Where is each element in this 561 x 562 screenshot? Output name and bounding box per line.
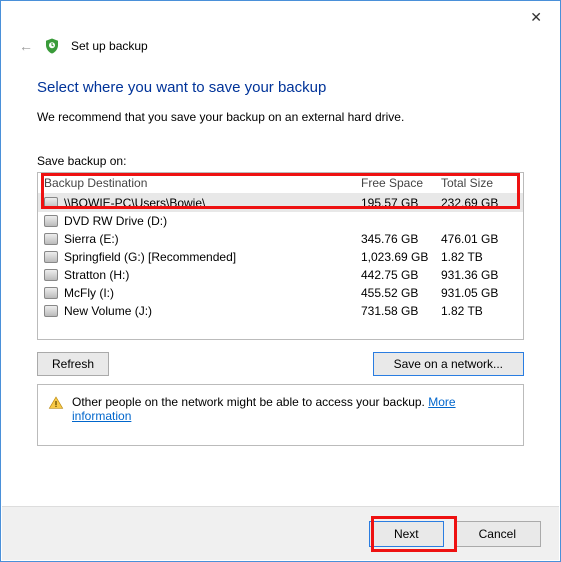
backup-shield-icon bbox=[43, 37, 61, 55]
info-box: Other people on the network might be abl… bbox=[37, 384, 524, 446]
drive-icon bbox=[44, 197, 58, 209]
drive-icon bbox=[44, 287, 58, 299]
list-header: Backup Destination Free Space Total Size bbox=[38, 173, 523, 194]
row-total-size: 1.82 TB bbox=[441, 250, 517, 264]
save-on-network-button[interactable]: Save on a network... bbox=[373, 352, 524, 376]
row-destination: DVD RW Drive (D:) bbox=[64, 214, 167, 228]
drive-icon bbox=[44, 269, 58, 281]
table-row[interactable]: New Volume (J:) 731.58 GB1.82 TB bbox=[38, 302, 523, 320]
header: ← Set up backup bbox=[1, 33, 560, 69]
recommend-text: We recommend that you save your backup o… bbox=[37, 110, 524, 124]
page-heading: Select where you want to save your backu… bbox=[37, 79, 524, 96]
row-free-space: 442.75 GB bbox=[361, 268, 441, 282]
save-on-label: Save backup on: bbox=[37, 154, 524, 168]
table-row[interactable]: \\BOWIE-PC\Users\Bowie\ 195.57 GB232.69 G… bbox=[38, 194, 523, 212]
row-total-size: 931.36 GB bbox=[441, 268, 517, 282]
row-total-size: 476.01 GB bbox=[441, 232, 517, 246]
row-free-space: 195.57 GB bbox=[361, 196, 441, 210]
row-destination: \\BOWIE-PC\Users\Bowie\ bbox=[64, 196, 205, 210]
col-header-total: Total Size bbox=[441, 176, 517, 190]
col-header-free: Free Space bbox=[361, 176, 441, 190]
row-destination: McFly (I:) bbox=[64, 286, 114, 300]
list-button-row: Refresh Save on a network... bbox=[37, 352, 524, 376]
drive-icon bbox=[44, 305, 58, 317]
drive-icon bbox=[44, 233, 58, 245]
destination-list[interactable]: Backup Destination Free Space Total Size… bbox=[37, 172, 524, 340]
back-arrow-icon[interactable]: ← bbox=[19, 38, 33, 54]
table-row[interactable]: Sierra (E:) 345.76 GB476.01 GB bbox=[38, 230, 523, 248]
table-row[interactable]: Springfield (G:) [Recommended] 1,023.69 G… bbox=[38, 248, 523, 266]
row-free-space: 731.58 GB bbox=[361, 304, 441, 318]
cancel-button[interactable]: Cancel bbox=[454, 521, 541, 547]
info-text-body: Other people on the network might be abl… bbox=[72, 395, 428, 409]
drive-icon bbox=[44, 251, 58, 263]
table-row[interactable]: DVD RW Drive (D:) bbox=[38, 212, 523, 230]
row-free-space: 345.76 GB bbox=[361, 232, 441, 246]
info-text: Other people on the network might be abl… bbox=[72, 395, 513, 423]
row-destination: Stratton (H:) bbox=[64, 268, 129, 282]
row-destination: New Volume (J:) bbox=[64, 304, 152, 318]
drive-icon bbox=[44, 215, 58, 227]
table-row[interactable]: McFly (I:) 455.52 GB931.05 GB bbox=[38, 284, 523, 302]
row-free-space: 1,023.69 GB bbox=[361, 250, 441, 264]
close-icon[interactable]: ✕ bbox=[522, 5, 550, 30]
content-area: Select where you want to save your backu… bbox=[1, 79, 560, 446]
titlebar: ✕ bbox=[1, 1, 560, 33]
row-total-size: 232.69 GB bbox=[441, 196, 517, 210]
row-free-space: 455.52 GB bbox=[361, 286, 441, 300]
warning-icon bbox=[48, 395, 64, 411]
footer: Next Cancel bbox=[2, 506, 559, 560]
row-total-size: 931.05 GB bbox=[441, 286, 517, 300]
row-destination: Springfield (G:) [Recommended] bbox=[64, 250, 236, 264]
refresh-button[interactable]: Refresh bbox=[37, 352, 109, 376]
col-header-destination: Backup Destination bbox=[44, 176, 361, 190]
next-button[interactable]: Next bbox=[369, 521, 444, 547]
row-total-size: 1.82 TB bbox=[441, 304, 517, 318]
table-row[interactable]: Stratton (H:) 442.75 GB931.36 GB bbox=[38, 266, 523, 284]
row-destination: Sierra (E:) bbox=[64, 232, 119, 246]
window-title: Set up backup bbox=[71, 39, 148, 53]
